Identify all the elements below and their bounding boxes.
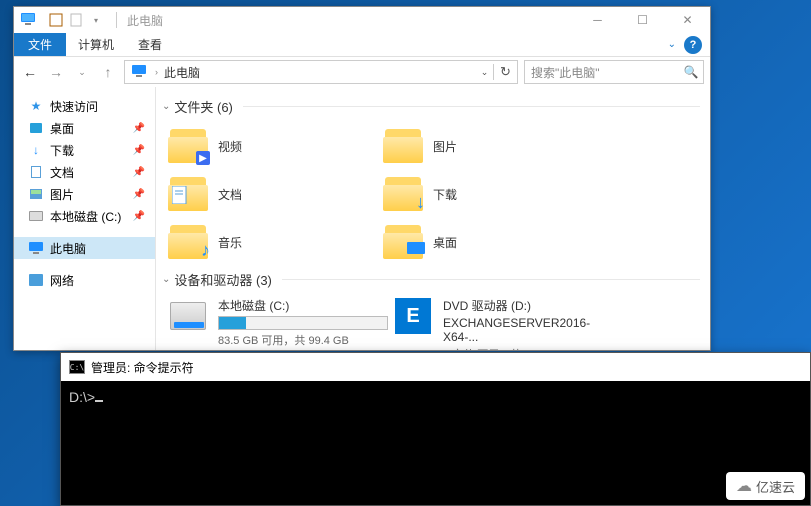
desktop-icon	[383, 225, 423, 259]
drive-icon	[28, 208, 44, 224]
address-dropdown-icon[interactable]: ⌄	[475, 67, 493, 78]
pin-icon: 📌	[133, 189, 145, 200]
nav-pictures[interactable]: 图片📌	[14, 183, 155, 205]
document-icon	[28, 164, 44, 180]
pc-icon	[28, 240, 44, 256]
nav-quick-access[interactable]: ★快速访问	[14, 95, 155, 117]
exchange-icon: E	[393, 297, 433, 335]
cmd-icon: C:\	[69, 360, 85, 374]
cmd-titlebar[interactable]: C:\ 管理员: 命令提示符	[61, 353, 810, 381]
ribbon-expand-icon[interactable]: ⌄	[660, 33, 684, 56]
tab-computer[interactable]: 计算机	[66, 33, 126, 56]
titlebar: ▾ 此电脑 ─ ☐ ✕	[14, 7, 710, 33]
content-pane: ⌄文件夹 (6) ▶ 视频 图片 文档 ↓ 下载	[156, 87, 710, 350]
drive-d[interactable]: E DVD 驱动器 (D:) EXCHANGESERVER2016-X64-..…	[391, 295, 616, 350]
group-folders[interactable]: ⌄文件夹 (6)	[162, 97, 700, 116]
nav-this-pc[interactable]: 此电脑	[14, 237, 155, 259]
tab-view[interactable]: 查看	[126, 33, 174, 56]
qat-new-icon[interactable]	[68, 12, 84, 28]
chevron-down-icon: ⌄	[162, 101, 170, 112]
cursor	[95, 400, 103, 402]
pc-icon	[20, 11, 36, 30]
videos-icon: ▶	[168, 129, 208, 163]
close-button[interactable]: ✕	[665, 7, 710, 33]
back-button[interactable]: ←	[20, 62, 40, 82]
forward-button[interactable]: →	[46, 62, 66, 82]
search-icon[interactable]: 🔍	[679, 65, 703, 79]
watermark: ☁ 亿速云	[726, 472, 805, 500]
window-title: 此电脑	[123, 12, 575, 29]
downloads-icon: ↓	[383, 177, 423, 211]
pin-icon: 📌	[133, 123, 145, 134]
folder-documents[interactable]: 文档	[166, 170, 381, 218]
drive-c[interactable]: 本地磁盘 (C:) 83.5 GB 可用，共 99.4 GB	[166, 295, 391, 350]
pin-icon: 📌	[133, 211, 145, 222]
tab-file[interactable]: 文件	[14, 33, 66, 56]
address-row: ← → ⌄ ↑ › 此电脑 ⌄ ↻ 搜索"此电脑" 🔍	[14, 57, 710, 87]
nav-localdisk[interactable]: 本地磁盘 (C:)📌	[14, 205, 155, 227]
quick-access-toolbar: ▾	[42, 12, 110, 28]
chevron-down-icon: ⌄	[162, 274, 170, 285]
picture-icon	[28, 186, 44, 202]
pc-icon	[131, 63, 147, 82]
qat-properties-icon[interactable]	[48, 12, 64, 28]
pictures-icon	[383, 129, 423, 163]
cmd-window: C:\ 管理员: 命令提示符 D:\>	[60, 352, 811, 506]
documents-icon	[168, 177, 208, 211]
pin-icon: 📌	[133, 167, 145, 178]
qat-dropdown-icon[interactable]: ▾	[88, 12, 104, 28]
address-bar[interactable]: › 此电脑 ⌄ ↻	[124, 60, 518, 84]
up-button[interactable]: ↑	[98, 62, 118, 82]
download-icon: ↓	[28, 142, 44, 158]
minimize-button[interactable]: ─	[575, 7, 620, 33]
search-input[interactable]: 搜索"此电脑" 🔍	[524, 60, 704, 84]
breadcrumb[interactable]: 此电脑	[160, 64, 204, 81]
pin-icon: 📌	[133, 145, 145, 156]
search-placeholder: 搜索"此电脑"	[525, 64, 679, 81]
recent-dropdown-icon[interactable]: ⌄	[72, 62, 92, 82]
folder-videos[interactable]: ▶ 视频	[166, 122, 381, 170]
maximize-button[interactable]: ☐	[620, 7, 665, 33]
usage-bar	[218, 316, 388, 330]
network-icon	[28, 272, 44, 288]
explorer-window: ▾ 此电脑 ─ ☐ ✕ 文件 计算机 查看 ⌄ ? ← → ⌄ ↑ › 此电脑 …	[13, 6, 711, 351]
nav-network[interactable]: 网络	[14, 269, 155, 291]
folder-desktop[interactable]: 桌面	[381, 218, 596, 266]
folder-pictures[interactable]: 图片	[381, 122, 596, 170]
nav-documents[interactable]: 文档📌	[14, 161, 155, 183]
help-button[interactable]: ?	[684, 36, 702, 54]
folder-music[interactable]: ♪ 音乐	[166, 218, 381, 266]
cmd-terminal[interactable]: D:\>	[61, 381, 810, 414]
cmd-title: 管理员: 命令提示符	[91, 359, 194, 376]
chevron-right-icon: ›	[153, 67, 160, 77]
cmd-prompt: D:\>	[69, 389, 95, 405]
nav-pane: ★快速访问 桌面📌 ↓下载📌 文档📌 图片📌 本地磁盘 (C:)📌 此电脑 网络	[14, 87, 156, 350]
refresh-button[interactable]: ↻	[493, 64, 517, 80]
nav-desktop[interactable]: 桌面📌	[14, 117, 155, 139]
group-drives[interactable]: ⌄设备和驱动器 (3)	[162, 270, 700, 289]
folder-downloads[interactable]: ↓ 下载	[381, 170, 596, 218]
nav-downloads[interactable]: ↓下载📌	[14, 139, 155, 161]
cloud-icon: ☁	[736, 476, 752, 496]
ribbon: 文件 计算机 查看 ⌄ ?	[14, 33, 710, 57]
star-icon: ★	[28, 98, 44, 114]
music-icon: ♪	[168, 225, 208, 259]
hdd-icon	[168, 297, 208, 335]
desktop-icon	[28, 120, 44, 136]
